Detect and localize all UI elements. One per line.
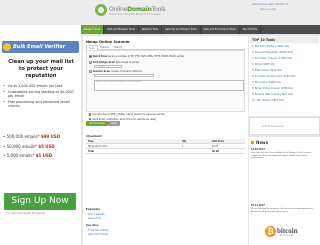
news-text[interactable]: We are pleased to announce that we now a… <box>251 208 319 213</box>
ad-price-item: • 500,000 emails* $99 USD <box>3 134 61 139</box>
example-link[interactable]: Scan a website <box>88 213 105 216</box>
ad-price-list: • 500,000 emails* $99 USD • 50,000 email… <box>3 132 79 161</box>
top-tool-link[interactable]: 8. Nmap Online Scanner (4768 hits) <box>252 87 293 90</box>
checkout-table: Task Qty Unit Price Nmap Quick Scan 1 $0… <box>86 139 245 154</box>
account-info[interactable]: Anonymous user | $0.00 / 0 <box>252 3 288 6</box>
radio-quick-scan[interactable] <box>89 55 92 58</box>
see-also-heading: See Also <box>86 224 99 227</box>
quick-scan-option[interactable]: Quick Scan (scan a number of TP, FTP, SS… <box>89 55 184 58</box>
ad-price-item: • 50,000 emails* $5 USD <box>3 143 55 149</box>
top-tool-link[interactable]: 1. Blacklist Checker (14094 hits) <box>252 45 289 48</box>
add-to-queue-button[interactable]: Add to Queue <box>86 121 108 126</box>
ad-bullets: • Up to 1,000,000 emails per task • Unbeat… <box>3 84 79 110</box>
action-buttons: Add to Queue Clear <box>86 121 245 129</box>
account-links[interactable]: Sign up | Login <box>260 8 276 11</box>
radio-custom-scan[interactable] <box>89 70 92 73</box>
nav-item-network[interactable]: Network Tools <box>139 25 163 34</box>
site-logo[interactable]: OnlineDomainTools <box>109 6 166 13</box>
news-text[interactable]: New features have been added to the Nmap… <box>251 152 319 160</box>
nav-item-web-browser[interactable]: Web and Browser Tools <box>104 25 139 34</box>
sidebar-ad-label: Advertisement <box>262 124 285 128</box>
nav-item-ecommerce[interactable]: Web and Ecommerce Tools <box>201 25 240 34</box>
top10-title: TOP 10 Tools <box>250 37 319 43</box>
site-tagline: Online Tools for Domain Research and Ana… <box>109 13 161 16</box>
checkout-heading: Checkout <box>86 134 102 138</box>
cell-price: $0.00 <box>212 145 219 148</box>
nav-item-nmap[interactable]: Nmap® Tools <box>81 25 105 34</box>
verifier-badge-icon <box>3 43 11 51</box>
rss-icon[interactable] <box>251 141 254 144</box>
cell-total-label: Total <box>88 150 94 153</box>
bitcoin-accepted-badge: ₿ bitcoin ACCEPTED HERE <box>265 226 311 239</box>
news-date: 07.11.2017 <box>251 204 265 207</box>
page-title: Nmap Online Scanner <box>86 40 130 44</box>
cell-total-qty <box>182 149 212 153</box>
top-tool-link[interactable]: 10. SSL Checker (3867 hits) <box>252 99 284 102</box>
table-row: Total $0.00 <box>86 149 245 154</box>
ad-bullet: • Fast processing and advanced email chec… <box>3 99 70 109</box>
top-tool-link[interactable]: 7. MX Lookup (5984 hits) <box>252 81 281 84</box>
sidebar-ad[interactable] <box>249 117 320 135</box>
example-link[interactable]: Scan a host <box>88 217 101 220</box>
cell-qty: 1 <box>182 145 184 148</box>
radio-port-range[interactable] <box>89 61 92 64</box>
main-nav: Nmap® Tools Web and Browser Tools Networ… <box>81 25 320 34</box>
port-range-input[interactable]: 1 - 1000 <box>94 64 122 69</box>
ad-title: Bulk Email Verifier <box>13 44 66 50</box>
clear-button[interactable]: Clear <box>108 121 121 126</box>
ad-headline: Clean up your mail list to protect your … <box>8 59 74 79</box>
ad-footnote: *no credit card needed for free trial <box>6 212 45 215</box>
top-tool-link[interactable]: 4. Whois (9985 hits) <box>252 63 275 66</box>
news-date: 14.03.2017 <box>251 148 265 151</box>
ad-price-item: • 5,000 emails* $1 USD <box>3 153 53 158</box>
custom-options-input[interactable] <box>94 73 154 78</box>
ad-bullet: • Up to 1,000,000 emails per task <box>3 84 63 88</box>
target-placeholder: Enter one or more IP addresses or hostna… <box>95 81 175 85</box>
bitcoin-word: bitcoin <box>277 227 298 235</box>
site-header: OnlineDomainTools Online Tools for Domai… <box>0 0 320 25</box>
see-also-link[interactable]: Open Port Checker <box>88 233 108 236</box>
cell-total-price: $0.00 <box>212 150 219 153</box>
ad-bullet: • Unbeatable pricing starting at $0.0007 … <box>3 89 75 99</box>
bitcoin-icon: ₿ <box>265 226 276 237</box>
top-tool-link[interactable]: 9. Reverse Hash Lookup (4021 hits) <box>252 93 293 96</box>
col-unit-price: Unit Price <box>212 140 225 143</box>
col-qty: Qty <box>182 140 187 143</box>
examples-heading: Examples <box>86 208 100 211</box>
news-title: News <box>256 140 269 145</box>
top-tool-link[interactable]: 5. DNS Lookup (9378 hits) <box>252 69 282 72</box>
nav-item-top10[interactable]: Top 10 Tools <box>240 25 261 34</box>
sign-up-button[interactable]: Sign Up Now <box>4 193 76 210</box>
top-tool-link[interactable]: 2. Bounced Newsletter (16684 hits) <box>252 51 293 54</box>
logo-icon[interactable] <box>95 4 107 16</box>
see-also-link[interactable]: TLS & SSL Checker <box>88 229 109 232</box>
cell-task: Nmap Quick Scan <box>88 145 108 148</box>
top-tool-link[interactable]: 6. Encoders and Decoders (6399 hits) <box>252 75 295 78</box>
top-tool-link[interactable]: 3. Symmetric Scanner (11862 hits) <box>252 57 292 60</box>
xml-output-checkbox[interactable]: Use structured (XML) (JSON) output (usef… <box>89 113 165 116</box>
col-task: Task <box>88 140 94 143</box>
nav-item-security[interactable]: Security and Privacy Tools <box>162 25 201 34</box>
bitcoin-sub: ACCEPTED HERE <box>280 236 294 237</box>
